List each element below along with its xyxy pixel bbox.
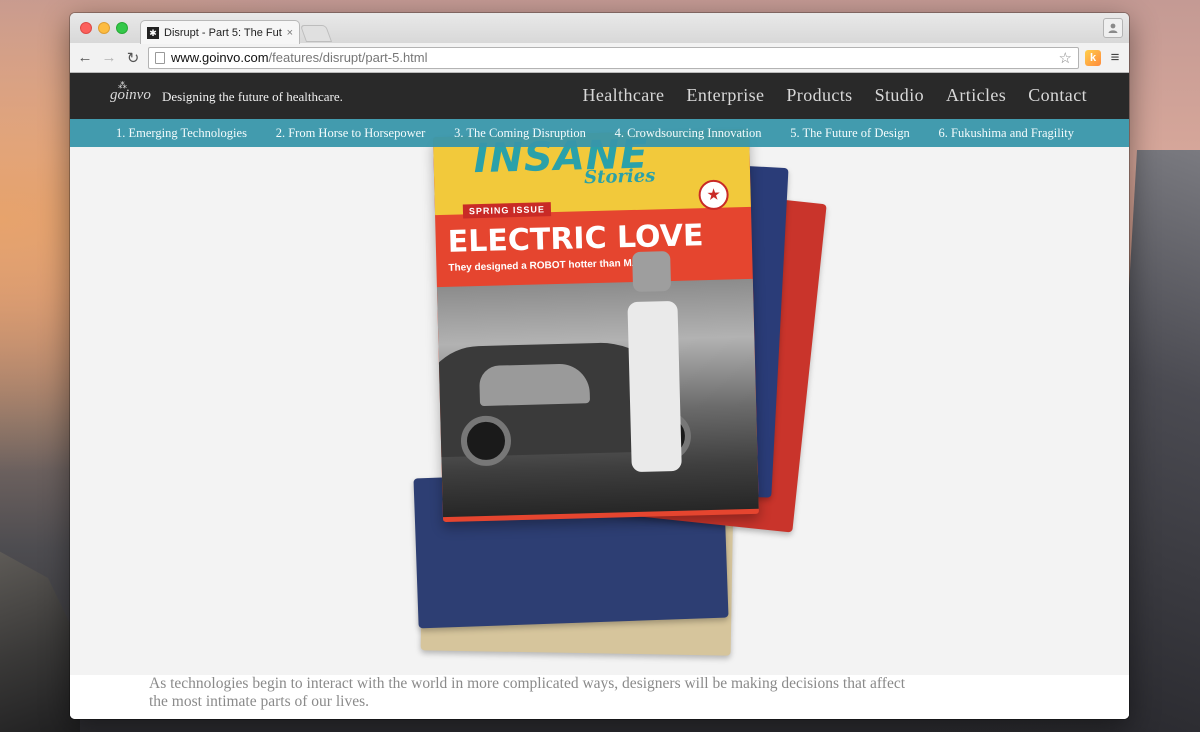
logo-text: goinvo: [110, 87, 151, 103]
page-icon: [155, 51, 165, 64]
forward-arrow-icon[interactable]: →: [100, 49, 118, 66]
nav-studio[interactable]: Studio: [875, 85, 924, 106]
url-path: /features/disrupt/part-5.html: [268, 50, 428, 65]
star-icon[interactable]: ☆: [1059, 49, 1072, 67]
cover-issue: SPRING ISSUE: [462, 202, 552, 219]
magazine-stack: E INSANE Stories SPRING ISSUE ★ ELECTRIC…: [410, 128, 827, 656]
url-host: www.goinvo.com: [171, 50, 269, 65]
site-header: ⁂ goinvo Designing the future of healthc…: [70, 73, 1129, 119]
nav-articles[interactable]: Articles: [946, 85, 1006, 106]
nav-enterprise[interactable]: Enterprise: [686, 85, 764, 106]
chapter-link-4[interactable]: 4. Crowdsourcing Innovation: [615, 126, 762, 141]
zoom-window-button[interactable]: [116, 22, 128, 34]
magazine-cover: INSANE Stories SPRING ISSUE ★ ELECTRIC L…: [433, 128, 759, 523]
browser-window: ✱ Disrupt - Part 5: The Future × ← → ↻ w…: [70, 13, 1129, 719]
tab-close-icon[interactable]: ×: [287, 27, 293, 39]
main-nav: Healthcare Enterprise Products Studio Ar…: [582, 85, 1087, 106]
cover-subtitle: Stories: [583, 165, 656, 189]
nav-contact[interactable]: Contact: [1028, 85, 1087, 106]
chapter-nav: 1. Emerging Technologies 2. From Horse t…: [70, 119, 1129, 147]
hero-image: E INSANE Stories SPRING ISSUE ★ ELECTRIC…: [70, 73, 1129, 675]
chapter-link-1[interactable]: 1. Emerging Technologies: [116, 126, 247, 141]
nav-products[interactable]: Products: [786, 85, 852, 106]
back-arrow-icon[interactable]: ←: [76, 49, 94, 66]
article-intro-section: As technologies begin to interact with t…: [70, 675, 1129, 719]
close-window-button[interactable]: [80, 22, 92, 34]
goinvo-logo[interactable]: ⁂ goinvo: [110, 80, 151, 104]
robot-body: [627, 300, 682, 473]
cover-photo: [433, 251, 759, 518]
url-text: www.goinvo.com/features/disrupt/part-5.h…: [171, 50, 1053, 65]
menu-icon[interactable]: ≡: [1107, 49, 1123, 66]
logo-sprig-icon: ⁂: [118, 80, 127, 90]
reload-icon[interactable]: ↻: [124, 49, 142, 67]
car-window: [479, 363, 591, 407]
chapter-link-2[interactable]: 2. From Horse to Horsepower: [276, 126, 426, 141]
chapter-link-5[interactable]: 5. The Future of Design: [790, 126, 910, 141]
cover-tagline: They designed a ROBOT hotter than MAN: [448, 257, 647, 274]
robot-head: [632, 251, 672, 293]
minimize-window-button[interactable]: [98, 22, 110, 34]
page-viewport: E INSANE Stories SPRING ISSUE ★ ELECTRIC…: [70, 73, 1129, 719]
browser-toolbar: ← → ↻ www.goinvo.com/features/disrupt/pa…: [70, 43, 1129, 73]
nav-healthcare[interactable]: Healthcare: [582, 85, 664, 106]
site-tagline: Designing the future of healthcare.: [162, 89, 343, 104]
tab-title: Disrupt - Part 5: The Future: [164, 26, 282, 39]
intro-paragraph: As technologies begin to interact with t…: [149, 675, 906, 710]
new-tab-button[interactable]: [299, 25, 333, 42]
tab-strip: ✱ Disrupt - Part 5: The Future ×: [70, 13, 1129, 44]
window-controls: [80, 22, 128, 34]
extension-k-icon[interactable]: k: [1085, 49, 1101, 66]
car-wheel: [460, 415, 512, 467]
address-bar[interactable]: www.goinvo.com/features/disrupt/part-5.h…: [148, 46, 1079, 69]
profile-icon[interactable]: [1103, 18, 1123, 38]
desktop-rock-left: [0, 551, 80, 732]
active-tab[interactable]: ✱ Disrupt - Part 5: The Future ×: [140, 20, 300, 44]
site-favicon-icon: ✱: [147, 26, 159, 39]
chapter-link-3[interactable]: 3. The Coming Disruption: [454, 126, 586, 141]
chapter-link-6[interactable]: 6. Fukushima and Fragility: [939, 126, 1074, 141]
